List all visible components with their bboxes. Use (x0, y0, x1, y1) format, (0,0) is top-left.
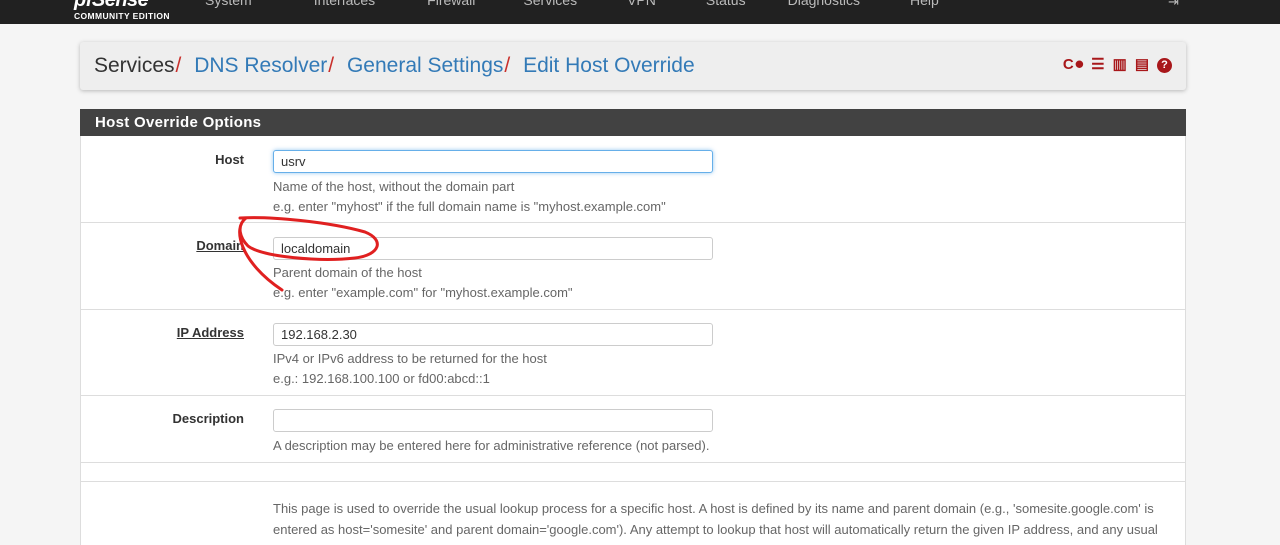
ip-address-row: IP Address IPv4 or IPv6 address to be re… (81, 310, 1185, 396)
breadcrumb-services: Services (94, 54, 175, 77)
menu-services[interactable]: Services (523, 0, 577, 8)
status-chart-icon[interactable]: ▥ (1113, 57, 1127, 73)
ip-address-input[interactable] (273, 323, 713, 346)
breadcrumb-bar: Services/ DNS Resolver/ General Settings… (80, 42, 1186, 90)
settings-sliders-icon[interactable]: ☰ (1091, 57, 1104, 73)
domain-input[interactable] (273, 237, 713, 260)
description-help-text: A description may be entered here for ad… (273, 438, 710, 453)
pfsense-logo[interactable]: pfSense COMMUNITY EDITION (74, 0, 170, 21)
spacer-row (81, 463, 1185, 482)
breadcrumb-edit-host-override[interactable]: Edit Host Override (523, 54, 695, 77)
domain-label: Domain (196, 238, 244, 253)
log-icon[interactable]: ▤ (1135, 57, 1149, 73)
logo-edition: COMMUNITY EDITION (74, 11, 170, 21)
menu-help[interactable]: Help (910, 0, 939, 8)
breadcrumb-separator: / (328, 54, 335, 77)
menu-system[interactable]: System (205, 0, 252, 8)
panel-title: Host Override Options (80, 109, 1186, 136)
top-navbar: pfSense COMMUNITY EDITION System Interfa… (0, 0, 1280, 24)
menu-interfaces[interactable]: Interfaces (314, 0, 375, 8)
help-icon[interactable]: ? (1157, 57, 1172, 73)
breadcrumb: Services/ DNS Resolver/ General Settings… (94, 54, 695, 78)
domain-row: Domain Parent domain of the host e.g. en… (81, 223, 1185, 310)
host-help-text: Name of the host, without the domain par… (273, 179, 515, 194)
domain-help-example: e.g. enter "example.com" for "myhost.exa… (273, 285, 573, 300)
breadcrumb-separator: / (175, 54, 182, 77)
host-label: Host (215, 152, 244, 167)
stop-service-icon[interactable]: ⏺ (1076, 57, 1084, 73)
breadcrumb-general-settings[interactable]: General Settings (347, 54, 503, 77)
host-override-form: Host Name of the host, without the domai… (80, 136, 1186, 545)
description-input[interactable] (273, 409, 713, 432)
breadcrumb-separator: / (504, 54, 511, 77)
info-text: This page is used to override the usual … (273, 501, 1158, 545)
breadcrumb-dns-resolver[interactable]: DNS Resolver (194, 54, 327, 77)
menu-firewall[interactable]: Firewall (427, 0, 475, 8)
host-help-example: e.g. enter "myhost" if the full domain n… (273, 199, 666, 214)
menu-diagnostics[interactable]: Diagnostics (788, 0, 860, 8)
description-row: Description A description may be entered… (81, 396, 1185, 463)
menu-vpn[interactable]: VPN (627, 0, 656, 8)
ip-address-help-text: IPv4 or IPv6 address to be returned for … (273, 351, 547, 366)
logout-icon[interactable]: ⇥ (1168, 0, 1179, 10)
host-row: Host Name of the host, without the domai… (81, 136, 1185, 223)
host-input[interactable] (273, 150, 713, 173)
menu-status[interactable]: Status (706, 0, 746, 8)
ip-address-label: IP Address (176, 325, 244, 340)
ip-address-help-example: e.g.: 192.168.100.100 or fd00:abcd::1 (273, 371, 490, 386)
domain-help-text: Parent domain of the host (273, 265, 422, 280)
logo-name: pfSense (74, 0, 149, 11)
service-toolbar: C ⏺ ☰ ▥ ▤ ? (1063, 57, 1172, 73)
main-menu: System Interfaces Firewall Services VPN … (205, 0, 939, 8)
description-label: Description (172, 411, 244, 426)
restart-service-icon[interactable]: C (1063, 57, 1074, 73)
